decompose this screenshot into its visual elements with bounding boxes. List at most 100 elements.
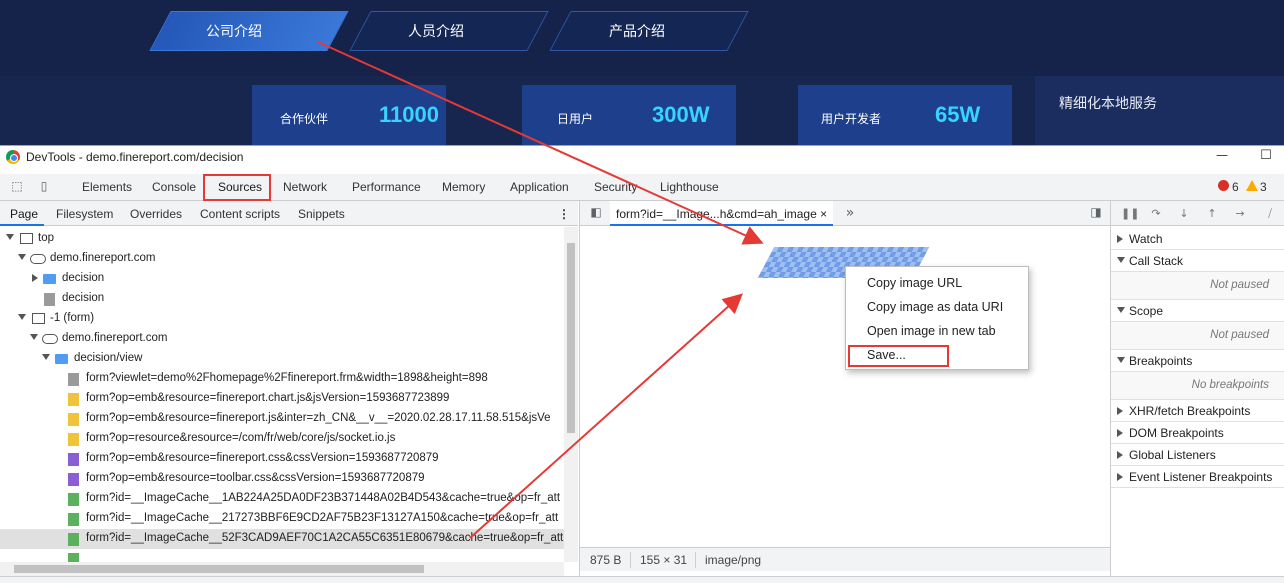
cloud-icon: [42, 334, 58, 344]
stat-label: 日用户: [557, 112, 594, 126]
device-toolbar-icon[interactable]: ▯: [36, 179, 52, 195]
scope-status: Not paused: [1111, 322, 1284, 350]
subtab-underline: [0, 224, 44, 226]
step-out-icon[interactable]: ↑: [1205, 207, 1219, 221]
tab-network[interactable]: Network: [283, 180, 327, 194]
scrollbar-thumb[interactable]: [567, 243, 575, 433]
editor-tabbar: ◧ form?id=__Image...h&cmd=ah_image × » ◨: [580, 201, 1111, 226]
subtab-filesystem[interactable]: Filesystem: [56, 207, 113, 221]
tree-item[interactable]: form?id=__ImageCache__217273BBF6E9CD2AF7…: [0, 509, 564, 529]
image-file-icon: [68, 533, 79, 546]
scrollbar-thumb[interactable]: [14, 565, 424, 573]
warning-count[interactable]: 3: [1260, 180, 1267, 194]
tree-item[interactable]: top: [0, 229, 564, 249]
section-xhr-breakpoints[interactable]: XHR/fetch Breakpoints: [1111, 400, 1284, 422]
step-over-icon[interactable]: ↷: [1149, 207, 1163, 221]
tree-item[interactable]: form?op=resource&resource=/com/fr/web/co…: [0, 429, 564, 449]
step-into-icon[interactable]: ↓: [1177, 207, 1191, 221]
close-icon[interactable]: ×: [820, 207, 827, 221]
tree-item[interactable]: form?op=emb&resource=finereport.css&cssV…: [0, 449, 564, 469]
subtab-snippets[interactable]: Snippets: [298, 207, 345, 221]
inspect-element-icon[interactable]: ⬚: [9, 179, 25, 195]
tree-item[interactable]: demo.finereport.com: [0, 329, 564, 349]
folder-icon: [43, 274, 56, 284]
section-breakpoints[interactable]: Breakpoints: [1111, 350, 1284, 372]
main-tabbar: ⬚ ▯ Elements Console Sources Network Per…: [0, 174, 1284, 201]
menu-open-image-new-tab[interactable]: Open image in new tab: [867, 324, 996, 338]
tree-horizontal-scrollbar[interactable]: [0, 562, 564, 576]
drawer-strip: [0, 576, 1284, 583]
more-options-icon[interactable]: ⋮: [558, 207, 570, 221]
tab-memory[interactable]: Memory: [442, 180, 485, 194]
maximize-button[interactable]: ☐: [1256, 148, 1276, 166]
stylesheet-file-icon: [68, 453, 79, 466]
editor-file-tab[interactable]: form?id=__Image...h&cmd=ah_image ×: [610, 201, 834, 226]
stat-value: 300W: [652, 102, 710, 127]
tree-item[interactable]: [0, 549, 564, 562]
subtab-overrides[interactable]: Overrides: [130, 207, 182, 221]
tab-console[interactable]: Console: [152, 180, 196, 194]
tree-item[interactable]: form?op=emb&resource=finereport.chart.js…: [0, 389, 564, 409]
tab-application[interactable]: Application: [510, 180, 569, 194]
breakpoints-status: No breakpoints: [1111, 372, 1284, 400]
minimize-button[interactable]: —: [1212, 148, 1232, 166]
call-stack-status: Not paused: [1111, 272, 1284, 300]
nav-label-product[interactable]: 产品介绍: [548, 21, 726, 41]
tree-vertical-scrollbar[interactable]: [564, 227, 578, 562]
image-file-icon: [68, 513, 79, 526]
tree-item[interactable]: decision: [0, 269, 564, 289]
mime-type: image/png: [705, 553, 762, 567]
editor-panel: ◧ form?id=__Image...h&cmd=ah_image × » ◨…: [579, 201, 1111, 583]
tree-item[interactable]: form?op=emb&resource=toolbar.css&cssVers…: [0, 469, 564, 489]
tab-lighthouse[interactable]: Lighthouse: [660, 180, 719, 194]
file-tree: top demo.finereport.com decision decisio…: [0, 227, 578, 562]
tree-item[interactable]: decision: [0, 289, 564, 309]
tree-item[interactable]: form?id=__ImageCache__1AB224A25DA0DF23B3…: [0, 489, 564, 509]
tab-security[interactable]: Security: [594, 180, 637, 194]
script-file-icon: [68, 433, 79, 446]
section-event-listener-breakpoints[interactable]: Event Listener Breakpoints: [1111, 466, 1284, 488]
section-dom-breakpoints[interactable]: DOM Breakpoints: [1111, 422, 1284, 444]
stylesheet-file-icon: [68, 473, 79, 486]
toggle-navigator-icon[interactable]: ◧: [588, 205, 604, 221]
nav-label-people[interactable]: 人员介绍: [347, 21, 525, 41]
window-title: DevTools - demo.finereport.com/decision: [26, 150, 244, 164]
image-file-icon: [68, 553, 79, 562]
deactivate-breakpoints-icon[interactable]: ⧸: [1263, 207, 1277, 221]
document-icon: [68, 373, 79, 386]
debugger-toolbar: ❚❚ ↷ ↓ ↑ → ⧸: [1111, 201, 1284, 226]
tree-item[interactable]: -1 (form): [0, 309, 564, 329]
tree-item[interactable]: form?op=emb&resource=finereport.js&inter…: [0, 409, 564, 429]
tree-item[interactable]: form?viewlet=demo%2Fhomepage%2Ffinerepor…: [0, 369, 564, 389]
window-titlebar: DevTools - demo.finereport.com/decision …: [0, 146, 1284, 169]
subtab-page[interactable]: Page: [10, 207, 38, 221]
menu-copy-image-data-uri[interactable]: Copy image as data URI: [867, 300, 1003, 314]
subtab-content-scripts[interactable]: Content scripts: [200, 207, 280, 221]
document-icon: [44, 293, 55, 306]
section-global-listeners[interactable]: Global Listeners: [1111, 444, 1284, 466]
tree-item[interactable]: demo.finereport.com: [0, 249, 564, 269]
section-call-stack[interactable]: Call Stack: [1111, 250, 1284, 272]
error-count[interactable]: 6: [1232, 180, 1239, 194]
nav-label-company[interactable]: 公司介绍: [145, 21, 323, 41]
devtools-window: DevTools - demo.finereport.com/decision …: [0, 145, 1284, 583]
step-icon[interactable]: →: [1233, 207, 1247, 221]
tab-elements[interactable]: Elements: [82, 180, 132, 194]
cloud-icon: [30, 254, 46, 264]
warning-icon: [1246, 180, 1258, 191]
stat-value: 11000: [379, 102, 439, 127]
stat-value: 65W: [935, 102, 981, 127]
script-file-icon: [68, 393, 79, 406]
menu-copy-image-url[interactable]: Copy image URL: [867, 276, 962, 290]
pause-icon[interactable]: ❚❚: [1121, 207, 1139, 221]
chrome-icon: [6, 150, 20, 164]
debugger-sidebar: ❚❚ ↷ ↓ ↑ → ⧸ Watch Call Stack Not paused…: [1110, 201, 1284, 583]
more-tabs-icon[interactable]: »: [842, 205, 858, 221]
section-scope[interactable]: Scope: [1111, 300, 1284, 322]
tree-item[interactable]: decision/view: [0, 349, 564, 369]
section-watch[interactable]: Watch: [1111, 228, 1284, 250]
toggle-debugger-icon[interactable]: ◨: [1088, 205, 1104, 221]
tab-performance[interactable]: Performance: [352, 180, 421, 194]
tree-item-selected[interactable]: form?id=__ImageCache__52F3CAD9AEF70C1A2C…: [0, 529, 564, 549]
image-file-icon: [68, 493, 79, 506]
